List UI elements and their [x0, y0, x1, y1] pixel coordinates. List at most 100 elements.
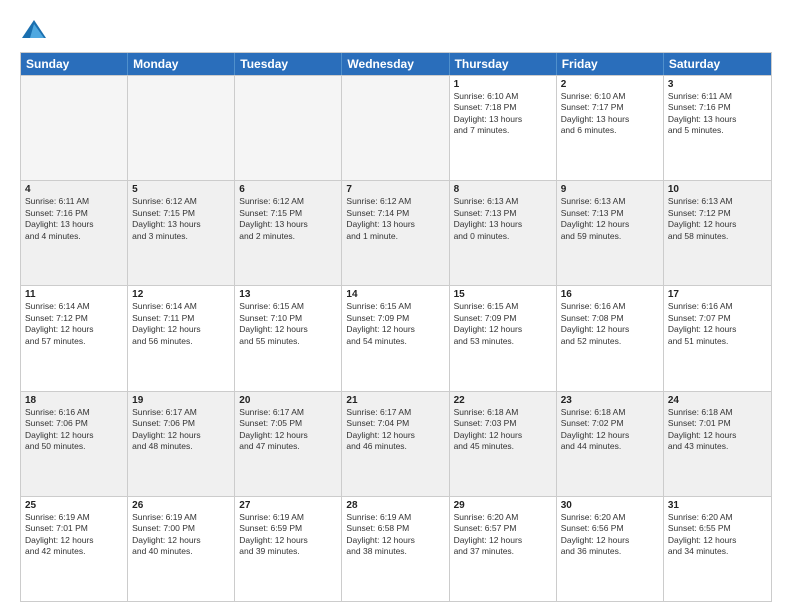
cal-cell: 7Sunrise: 6:12 AM Sunset: 7:14 PM Daylig…: [342, 181, 449, 285]
day-number: 17: [668, 289, 767, 300]
cal-cell: [128, 76, 235, 180]
calendar-body: 1Sunrise: 6:10 AM Sunset: 7:18 PM Daylig…: [21, 75, 771, 601]
cell-info: Sunrise: 6:14 AM Sunset: 7:11 PM Dayligh…: [132, 301, 230, 347]
cal-cell: 6Sunrise: 6:12 AM Sunset: 7:15 PM Daylig…: [235, 181, 342, 285]
day-number: 5: [132, 184, 230, 195]
logo: [20, 16, 52, 44]
cal-row-3: 18Sunrise: 6:16 AM Sunset: 7:06 PM Dayli…: [21, 391, 771, 496]
cell-info: Sunrise: 6:16 AM Sunset: 7:08 PM Dayligh…: [561, 301, 659, 347]
cal-cell: 20Sunrise: 6:17 AM Sunset: 7:05 PM Dayli…: [235, 392, 342, 496]
cal-cell: 13Sunrise: 6:15 AM Sunset: 7:10 PM Dayli…: [235, 286, 342, 390]
cell-info: Sunrise: 6:15 AM Sunset: 7:09 PM Dayligh…: [454, 301, 552, 347]
day-number: 8: [454, 184, 552, 195]
day-number: 18: [25, 395, 123, 406]
cal-row-4: 25Sunrise: 6:19 AM Sunset: 7:01 PM Dayli…: [21, 496, 771, 601]
day-number: 15: [454, 289, 552, 300]
cal-header-sunday: Sunday: [21, 53, 128, 75]
day-number: 20: [239, 395, 337, 406]
cal-header-monday: Monday: [128, 53, 235, 75]
cal-cell: 25Sunrise: 6:19 AM Sunset: 7:01 PM Dayli…: [21, 497, 128, 601]
cell-info: Sunrise: 6:20 AM Sunset: 6:55 PM Dayligh…: [668, 512, 767, 558]
cal-cell: 31Sunrise: 6:20 AM Sunset: 6:55 PM Dayli…: [664, 497, 771, 601]
day-number: 9: [561, 184, 659, 195]
calendar: SundayMondayTuesdayWednesdayThursdayFrid…: [20, 52, 772, 602]
cell-info: Sunrise: 6:13 AM Sunset: 7:13 PM Dayligh…: [454, 196, 552, 242]
cal-cell: 11Sunrise: 6:14 AM Sunset: 7:12 PM Dayli…: [21, 286, 128, 390]
cal-header-wednesday: Wednesday: [342, 53, 449, 75]
cell-info: Sunrise: 6:19 AM Sunset: 7:01 PM Dayligh…: [25, 512, 123, 558]
cal-cell: 19Sunrise: 6:17 AM Sunset: 7:06 PM Dayli…: [128, 392, 235, 496]
cell-info: Sunrise: 6:13 AM Sunset: 7:13 PM Dayligh…: [561, 196, 659, 242]
cal-cell: 22Sunrise: 6:18 AM Sunset: 7:03 PM Dayli…: [450, 392, 557, 496]
cell-info: Sunrise: 6:14 AM Sunset: 7:12 PM Dayligh…: [25, 301, 123, 347]
day-number: 12: [132, 289, 230, 300]
cell-info: Sunrise: 6:12 AM Sunset: 7:14 PM Dayligh…: [346, 196, 444, 242]
cell-info: Sunrise: 6:10 AM Sunset: 7:18 PM Dayligh…: [454, 91, 552, 137]
cell-info: Sunrise: 6:12 AM Sunset: 7:15 PM Dayligh…: [132, 196, 230, 242]
cell-info: Sunrise: 6:15 AM Sunset: 7:10 PM Dayligh…: [239, 301, 337, 347]
cal-cell: 23Sunrise: 6:18 AM Sunset: 7:02 PM Dayli…: [557, 392, 664, 496]
day-number: 22: [454, 395, 552, 406]
cell-info: Sunrise: 6:12 AM Sunset: 7:15 PM Dayligh…: [239, 196, 337, 242]
cell-info: Sunrise: 6:17 AM Sunset: 7:04 PM Dayligh…: [346, 407, 444, 453]
day-number: 28: [346, 500, 444, 511]
cal-cell: [342, 76, 449, 180]
day-number: 24: [668, 395, 767, 406]
cal-cell: 24Sunrise: 6:18 AM Sunset: 7:01 PM Dayli…: [664, 392, 771, 496]
day-number: 30: [561, 500, 659, 511]
cell-info: Sunrise: 6:19 AM Sunset: 6:58 PM Dayligh…: [346, 512, 444, 558]
cal-cell: 10Sunrise: 6:13 AM Sunset: 7:12 PM Dayli…: [664, 181, 771, 285]
cell-info: Sunrise: 6:10 AM Sunset: 7:17 PM Dayligh…: [561, 91, 659, 137]
day-number: 27: [239, 500, 337, 511]
cal-cell: 4Sunrise: 6:11 AM Sunset: 7:16 PM Daylig…: [21, 181, 128, 285]
cal-cell: 21Sunrise: 6:17 AM Sunset: 7:04 PM Dayli…: [342, 392, 449, 496]
day-number: 16: [561, 289, 659, 300]
cal-cell: 16Sunrise: 6:16 AM Sunset: 7:08 PM Dayli…: [557, 286, 664, 390]
header: [20, 16, 772, 44]
cal-header-thursday: Thursday: [450, 53, 557, 75]
day-number: 23: [561, 395, 659, 406]
cal-cell: 15Sunrise: 6:15 AM Sunset: 7:09 PM Dayli…: [450, 286, 557, 390]
day-number: 11: [25, 289, 123, 300]
day-number: 7: [346, 184, 444, 195]
cell-info: Sunrise: 6:11 AM Sunset: 7:16 PM Dayligh…: [668, 91, 767, 137]
cell-info: Sunrise: 6:16 AM Sunset: 7:07 PM Dayligh…: [668, 301, 767, 347]
day-number: 13: [239, 289, 337, 300]
cal-cell: 18Sunrise: 6:16 AM Sunset: 7:06 PM Dayli…: [21, 392, 128, 496]
day-number: 25: [25, 500, 123, 511]
day-number: 2: [561, 79, 659, 90]
cal-cell: 26Sunrise: 6:19 AM Sunset: 7:00 PM Dayli…: [128, 497, 235, 601]
day-number: 21: [346, 395, 444, 406]
cell-info: Sunrise: 6:18 AM Sunset: 7:01 PM Dayligh…: [668, 407, 767, 453]
cal-cell: 28Sunrise: 6:19 AM Sunset: 6:58 PM Dayli…: [342, 497, 449, 601]
logo-icon: [20, 16, 48, 44]
cell-info: Sunrise: 6:19 AM Sunset: 7:00 PM Dayligh…: [132, 512, 230, 558]
day-number: 4: [25, 184, 123, 195]
cell-info: Sunrise: 6:20 AM Sunset: 6:56 PM Dayligh…: [561, 512, 659, 558]
cell-info: Sunrise: 6:18 AM Sunset: 7:02 PM Dayligh…: [561, 407, 659, 453]
cell-info: Sunrise: 6:17 AM Sunset: 7:05 PM Dayligh…: [239, 407, 337, 453]
day-number: 6: [239, 184, 337, 195]
cell-info: Sunrise: 6:15 AM Sunset: 7:09 PM Dayligh…: [346, 301, 444, 347]
cal-cell: 3Sunrise: 6:11 AM Sunset: 7:16 PM Daylig…: [664, 76, 771, 180]
cell-info: Sunrise: 6:16 AM Sunset: 7:06 PM Dayligh…: [25, 407, 123, 453]
cal-header-friday: Friday: [557, 53, 664, 75]
cal-cell: 9Sunrise: 6:13 AM Sunset: 7:13 PM Daylig…: [557, 181, 664, 285]
cal-row-0: 1Sunrise: 6:10 AM Sunset: 7:18 PM Daylig…: [21, 75, 771, 180]
cal-cell: 14Sunrise: 6:15 AM Sunset: 7:09 PM Dayli…: [342, 286, 449, 390]
cell-info: Sunrise: 6:18 AM Sunset: 7:03 PM Dayligh…: [454, 407, 552, 453]
cal-cell: 5Sunrise: 6:12 AM Sunset: 7:15 PM Daylig…: [128, 181, 235, 285]
day-number: 3: [668, 79, 767, 90]
cal-header-saturday: Saturday: [664, 53, 771, 75]
cal-cell: 8Sunrise: 6:13 AM Sunset: 7:13 PM Daylig…: [450, 181, 557, 285]
day-number: 26: [132, 500, 230, 511]
cal-cell: 2Sunrise: 6:10 AM Sunset: 7:17 PM Daylig…: [557, 76, 664, 180]
cal-cell: 1Sunrise: 6:10 AM Sunset: 7:18 PM Daylig…: [450, 76, 557, 180]
day-number: 10: [668, 184, 767, 195]
day-number: 29: [454, 500, 552, 511]
page: SundayMondayTuesdayWednesdayThursdayFrid…: [0, 0, 792, 612]
cal-cell: [21, 76, 128, 180]
cal-cell: 12Sunrise: 6:14 AM Sunset: 7:11 PM Dayli…: [128, 286, 235, 390]
cell-info: Sunrise: 6:17 AM Sunset: 7:06 PM Dayligh…: [132, 407, 230, 453]
cal-cell: 30Sunrise: 6:20 AM Sunset: 6:56 PM Dayli…: [557, 497, 664, 601]
